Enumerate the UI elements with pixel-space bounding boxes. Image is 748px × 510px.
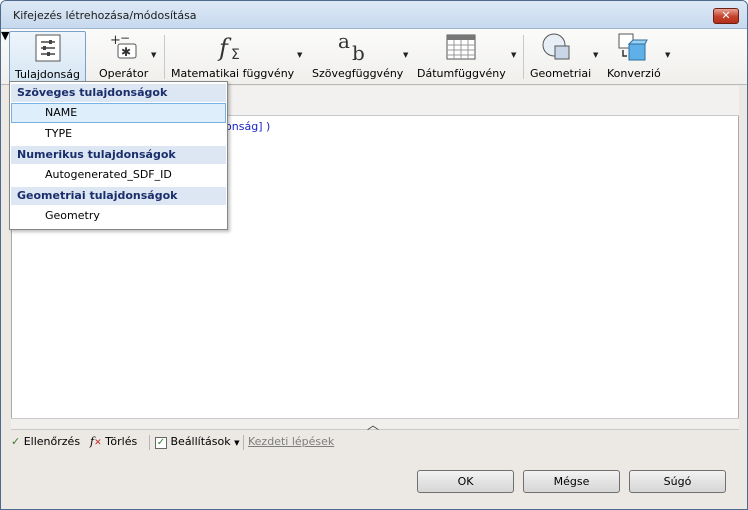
validate-button[interactable]: ✓ Ellenőrzés bbox=[11, 435, 80, 448]
svg-text:a: a bbox=[338, 32, 350, 53]
conversion-function-label: Konverzió bbox=[607, 67, 661, 80]
svg-text:✱: ✱ bbox=[121, 45, 131, 59]
property-button[interactable]: Tulajdonság bbox=[9, 31, 86, 83]
settings-button[interactable]: ✓ Beállítások ▼ bbox=[155, 435, 240, 449]
checkbox-checked-icon: ✓ bbox=[155, 437, 167, 449]
string-function-button[interactable]: a b Szövegfüggvény ▼ bbox=[309, 31, 411, 83]
status-bar: ✓ Ellenőrzés f✕ Törlés ✓ Beállítások ▼ K… bbox=[1, 431, 747, 453]
property-label: Tulajdonság bbox=[15, 68, 81, 81]
geometry-function-dropdown-arrow-icon[interactable]: ▼ bbox=[593, 51, 598, 59]
svg-text:−: − bbox=[120, 32, 130, 45]
title-bar: Kifejezés létrehozása/módosítása ✕ bbox=[1, 1, 747, 29]
menu-item-type[interactable]: TYPE bbox=[11, 124, 226, 144]
clear-label: Törlés bbox=[105, 435, 138, 448]
geometry-shapes-icon bbox=[542, 33, 570, 60]
settings-dropdown-arrow-icon[interactable]: ▼ bbox=[234, 439, 239, 447]
check-icon: ✓ bbox=[11, 435, 21, 448]
expression-text: lonság] ) bbox=[222, 120, 270, 133]
group-numeric-properties: Numerikus tulajdonságok bbox=[11, 146, 226, 164]
math-function-icon: f Σ bbox=[217, 34, 240, 62]
clear-button[interactable]: f✕ Törlés bbox=[90, 435, 137, 448]
property-dropdown-menu: Szöveges tulajdonságok NAME TYPE Numerik… bbox=[9, 81, 228, 230]
group-geometry-properties: Geometriai tulajdonságok bbox=[11, 187, 226, 205]
operator-dropdown-arrow-icon[interactable]: ▼ bbox=[151, 51, 156, 59]
date-function-dropdown-arrow-icon[interactable]: ▼ bbox=[511, 51, 516, 59]
expression-builder-dialog: Kifejezés létrehozása/módosítása ✕ Tulaj… bbox=[0, 0, 748, 510]
expression-keyword: lonság] ) bbox=[222, 120, 271, 133]
window-title: Kifejezés létrehozása/módosítása bbox=[13, 9, 197, 22]
conversion-cube-icon bbox=[618, 33, 648, 61]
getting-started-link[interactable]: Kezdeti lépések bbox=[248, 435, 334, 448]
calendar-icon bbox=[446, 34, 476, 60]
conversion-function-dropdown-arrow-icon[interactable]: ▼ bbox=[665, 51, 670, 59]
operator-icon: + − ✱ bbox=[110, 32, 137, 59]
ribbon-separator bbox=[523, 35, 524, 79]
geometry-function-button[interactable]: Geometriai ▼ bbox=[527, 31, 605, 83]
validate-label: Ellenőrzés bbox=[23, 435, 81, 448]
conversion-function-button[interactable]: Konverzió ▼ bbox=[605, 31, 677, 83]
group-string-properties: Szöveges tulajdonságok bbox=[11, 84, 226, 102]
cancel-button[interactable]: Mégse bbox=[523, 470, 620, 493]
date-function-button[interactable]: Dátumfüggvény ▼ bbox=[415, 31, 519, 83]
operator-label: Operátor bbox=[99, 67, 149, 80]
math-function-dropdown-arrow-icon[interactable]: ▼ bbox=[297, 51, 302, 59]
geometry-function-label: Geometriai bbox=[530, 67, 592, 80]
ribbon-separator bbox=[164, 35, 165, 79]
string-function-dropdown-arrow-icon[interactable]: ▼ bbox=[403, 51, 408, 59]
menu-item-name[interactable]: NAME bbox=[11, 103, 226, 123]
menu-item-geometry[interactable]: Geometry bbox=[11, 206, 226, 226]
math-function-label: Matematikai függvény bbox=[171, 67, 295, 80]
svg-text:Σ: Σ bbox=[231, 47, 240, 62]
svg-text:b: b bbox=[352, 41, 365, 62]
operator-button[interactable]: + − ✱ Operátor ▼ bbox=[96, 31, 156, 83]
settings-label: Beállítások bbox=[170, 435, 231, 448]
property-sliders-icon bbox=[35, 34, 61, 62]
ok-button[interactable]: OK bbox=[417, 470, 514, 493]
status-separator bbox=[243, 435, 244, 450]
panel-splitter[interactable]: ︿ bbox=[11, 418, 739, 432]
math-function-button[interactable]: f Σ Matematikai függvény ▼ bbox=[169, 31, 304, 83]
date-function-label: Dátumfüggvény bbox=[417, 67, 506, 80]
svg-text:f: f bbox=[217, 34, 232, 62]
status-separator bbox=[149, 435, 150, 450]
string-function-label: Szövegfüggvény bbox=[312, 67, 404, 80]
ribbon-toolbar: Tulajdonság ▼ + − ✱ Operátor ▼ f Σ Matem… bbox=[1, 29, 747, 85]
close-button[interactable]: ✕ bbox=[713, 8, 739, 24]
clear-fx-icon: f✕ bbox=[90, 435, 102, 448]
menu-item-autogenerated-sdf-id[interactable]: Autogenerated_SDF_ID bbox=[11, 165, 226, 185]
string-function-icon: a b bbox=[338, 32, 365, 62]
help-button[interactable]: Súgó bbox=[629, 470, 726, 493]
